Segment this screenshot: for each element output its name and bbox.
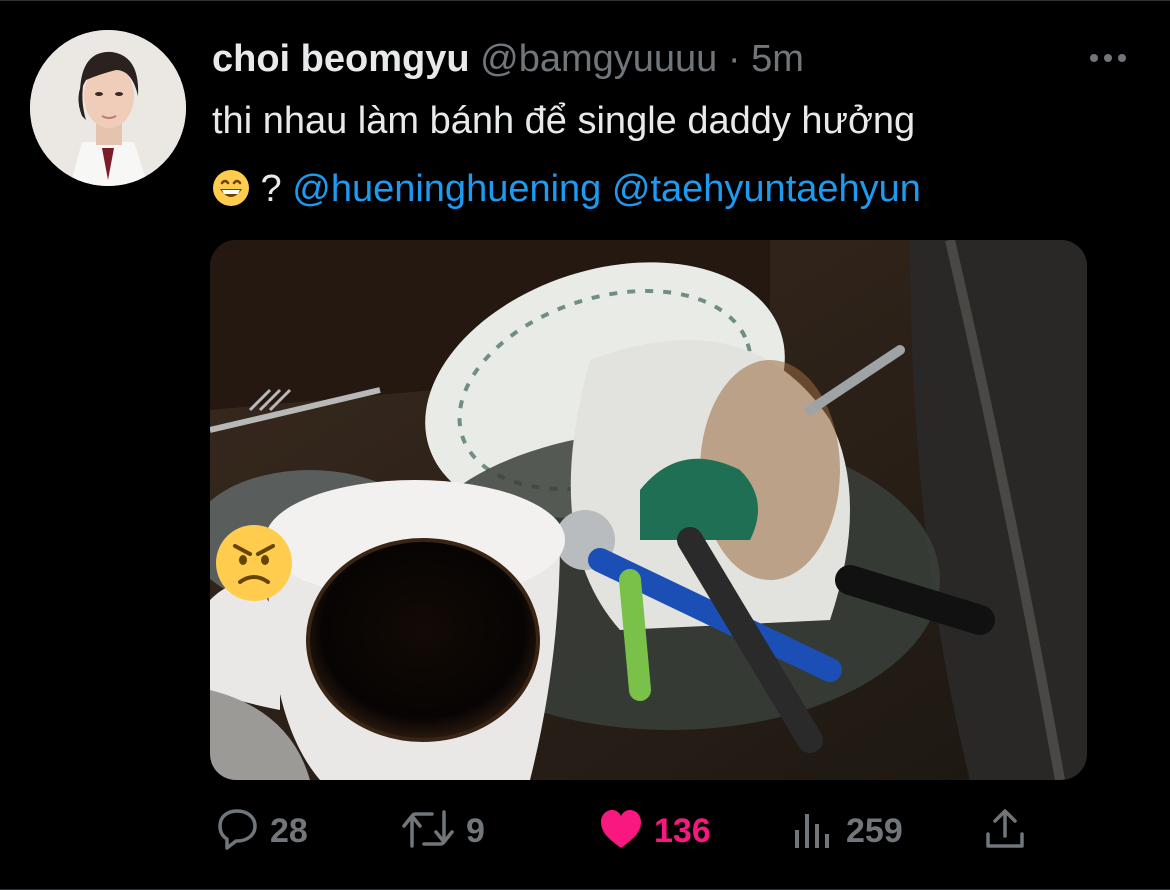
display-name[interactable]: choi beomgyu: [212, 38, 470, 80]
retweet-icon: [400, 806, 456, 857]
handle[interactable]: @bamgyuuuu: [480, 38, 717, 80]
tweet-text-line: thi nhau làm bánh để single daddy hưởng: [212, 100, 916, 142]
share-icon: [982, 806, 1028, 857]
tweet-actions: 28 9 136 259: [0, 806, 1170, 856]
reply-button[interactable]: 28: [214, 806, 308, 856]
ellipsis-icon[interactable]: [1088, 51, 1128, 65]
views-chart-icon: [790, 806, 836, 857]
reply-count: 28: [270, 811, 308, 850]
like-count: 136: [654, 811, 711, 850]
grinning-emoji-icon: [212, 161, 250, 229]
avatar[interactable]: [30, 30, 186, 186]
mention-link[interactable]: @taehyuntaehyun: [612, 168, 921, 210]
heart-icon: [598, 806, 644, 857]
views-button[interactable]: 259: [790, 806, 903, 856]
like-button[interactable]: 136: [598, 806, 711, 856]
tweet-image[interactable]: [210, 240, 1087, 780]
question-text: ?: [250, 168, 293, 210]
retweet-button[interactable]: 9: [400, 806, 485, 856]
tweet[interactable]: choi beomgyu @bamgyuuuu · 5m thi nhau là…: [0, 0, 1170, 890]
share-button[interactable]: [982, 806, 1028, 856]
mention-link[interactable]: @hueninghuening: [292, 168, 601, 210]
tweet-header: choi beomgyu @bamgyuuuu · 5m: [212, 37, 804, 81]
reply-icon: [214, 806, 260, 857]
separator: ·: [727, 38, 741, 80]
retweet-count: 9: [466, 811, 485, 850]
tweet-text: thi nhau làm bánh để single daddy hưởng …: [212, 87, 1112, 229]
views-count: 259: [846, 811, 903, 850]
tweet-text-line-2: ? @hueninghuening @taehyuntaehyun: [212, 155, 1112, 229]
timestamp[interactable]: 5m: [751, 38, 804, 80]
angry-face-icon: [216, 525, 292, 601]
